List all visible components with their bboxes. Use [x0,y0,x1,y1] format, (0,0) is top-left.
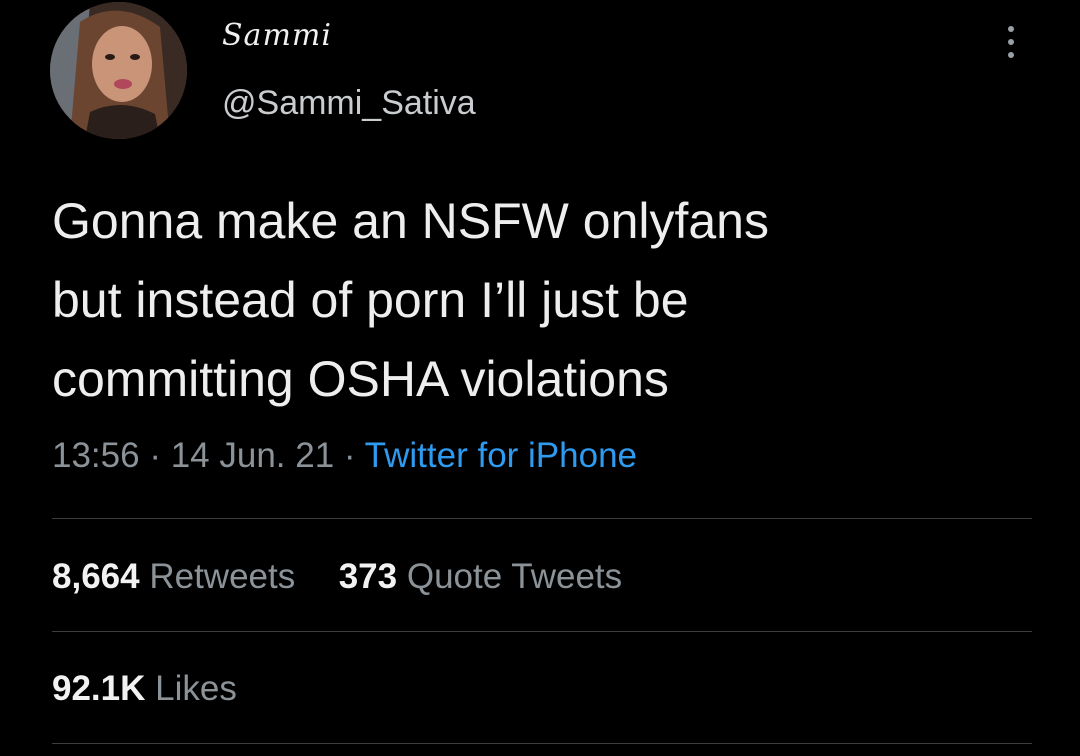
tweet-date[interactable]: 14 Jun. 21 [171,436,334,475]
retweets-stat[interactable]: 8,664 Retweets [52,557,305,596]
retweets-count: 8,664 [52,557,140,596]
display-name[interactable]: Sammi [222,18,332,53]
quote-tweets-stat[interactable]: 373 Quote Tweets [339,557,622,596]
engagement-stats: 8,664 Retweets 373 Quote Tweets [52,557,622,597]
likes-label: Likes [155,669,237,708]
avatar-image [50,2,187,139]
tweet-time[interactable]: 13:56 [52,436,140,475]
more-vertical-icon-dot [1008,39,1014,45]
avatar[interactable] [50,2,187,139]
more-options-button[interactable] [996,20,1026,64]
more-vertical-icon [1008,26,1014,32]
divider [52,743,1032,744]
likes-stat[interactable]: 92.1K Likes [52,669,237,708]
tweet-text: Gonna make an NSFW onlyfans but instead … [52,193,769,407]
more-vertical-icon-dot [1008,52,1014,58]
user-handle[interactable]: @Sammi_Sativa [222,84,476,123]
meta-separator: · [149,436,161,475]
tweet-card: Sammi @Sammi_Sativa Gonna make an NSFW o… [0,0,1080,756]
quote-tweets-count: 373 [338,557,398,596]
likes-row: 92.1K Likes [52,669,237,709]
likes-count: 92.1K [52,669,146,708]
meta-separator: · [343,436,356,475]
divider [52,631,1032,632]
tweet-source-link[interactable]: Twitter for iPhone [365,436,637,475]
retweets-label: Retweets [149,557,296,596]
quote-tweets-label: Quote Tweets [406,557,623,596]
divider [52,518,1032,519]
tweet-meta: 13:56 · 14 Jun. 21 · Twitter for iPhone [52,436,637,476]
